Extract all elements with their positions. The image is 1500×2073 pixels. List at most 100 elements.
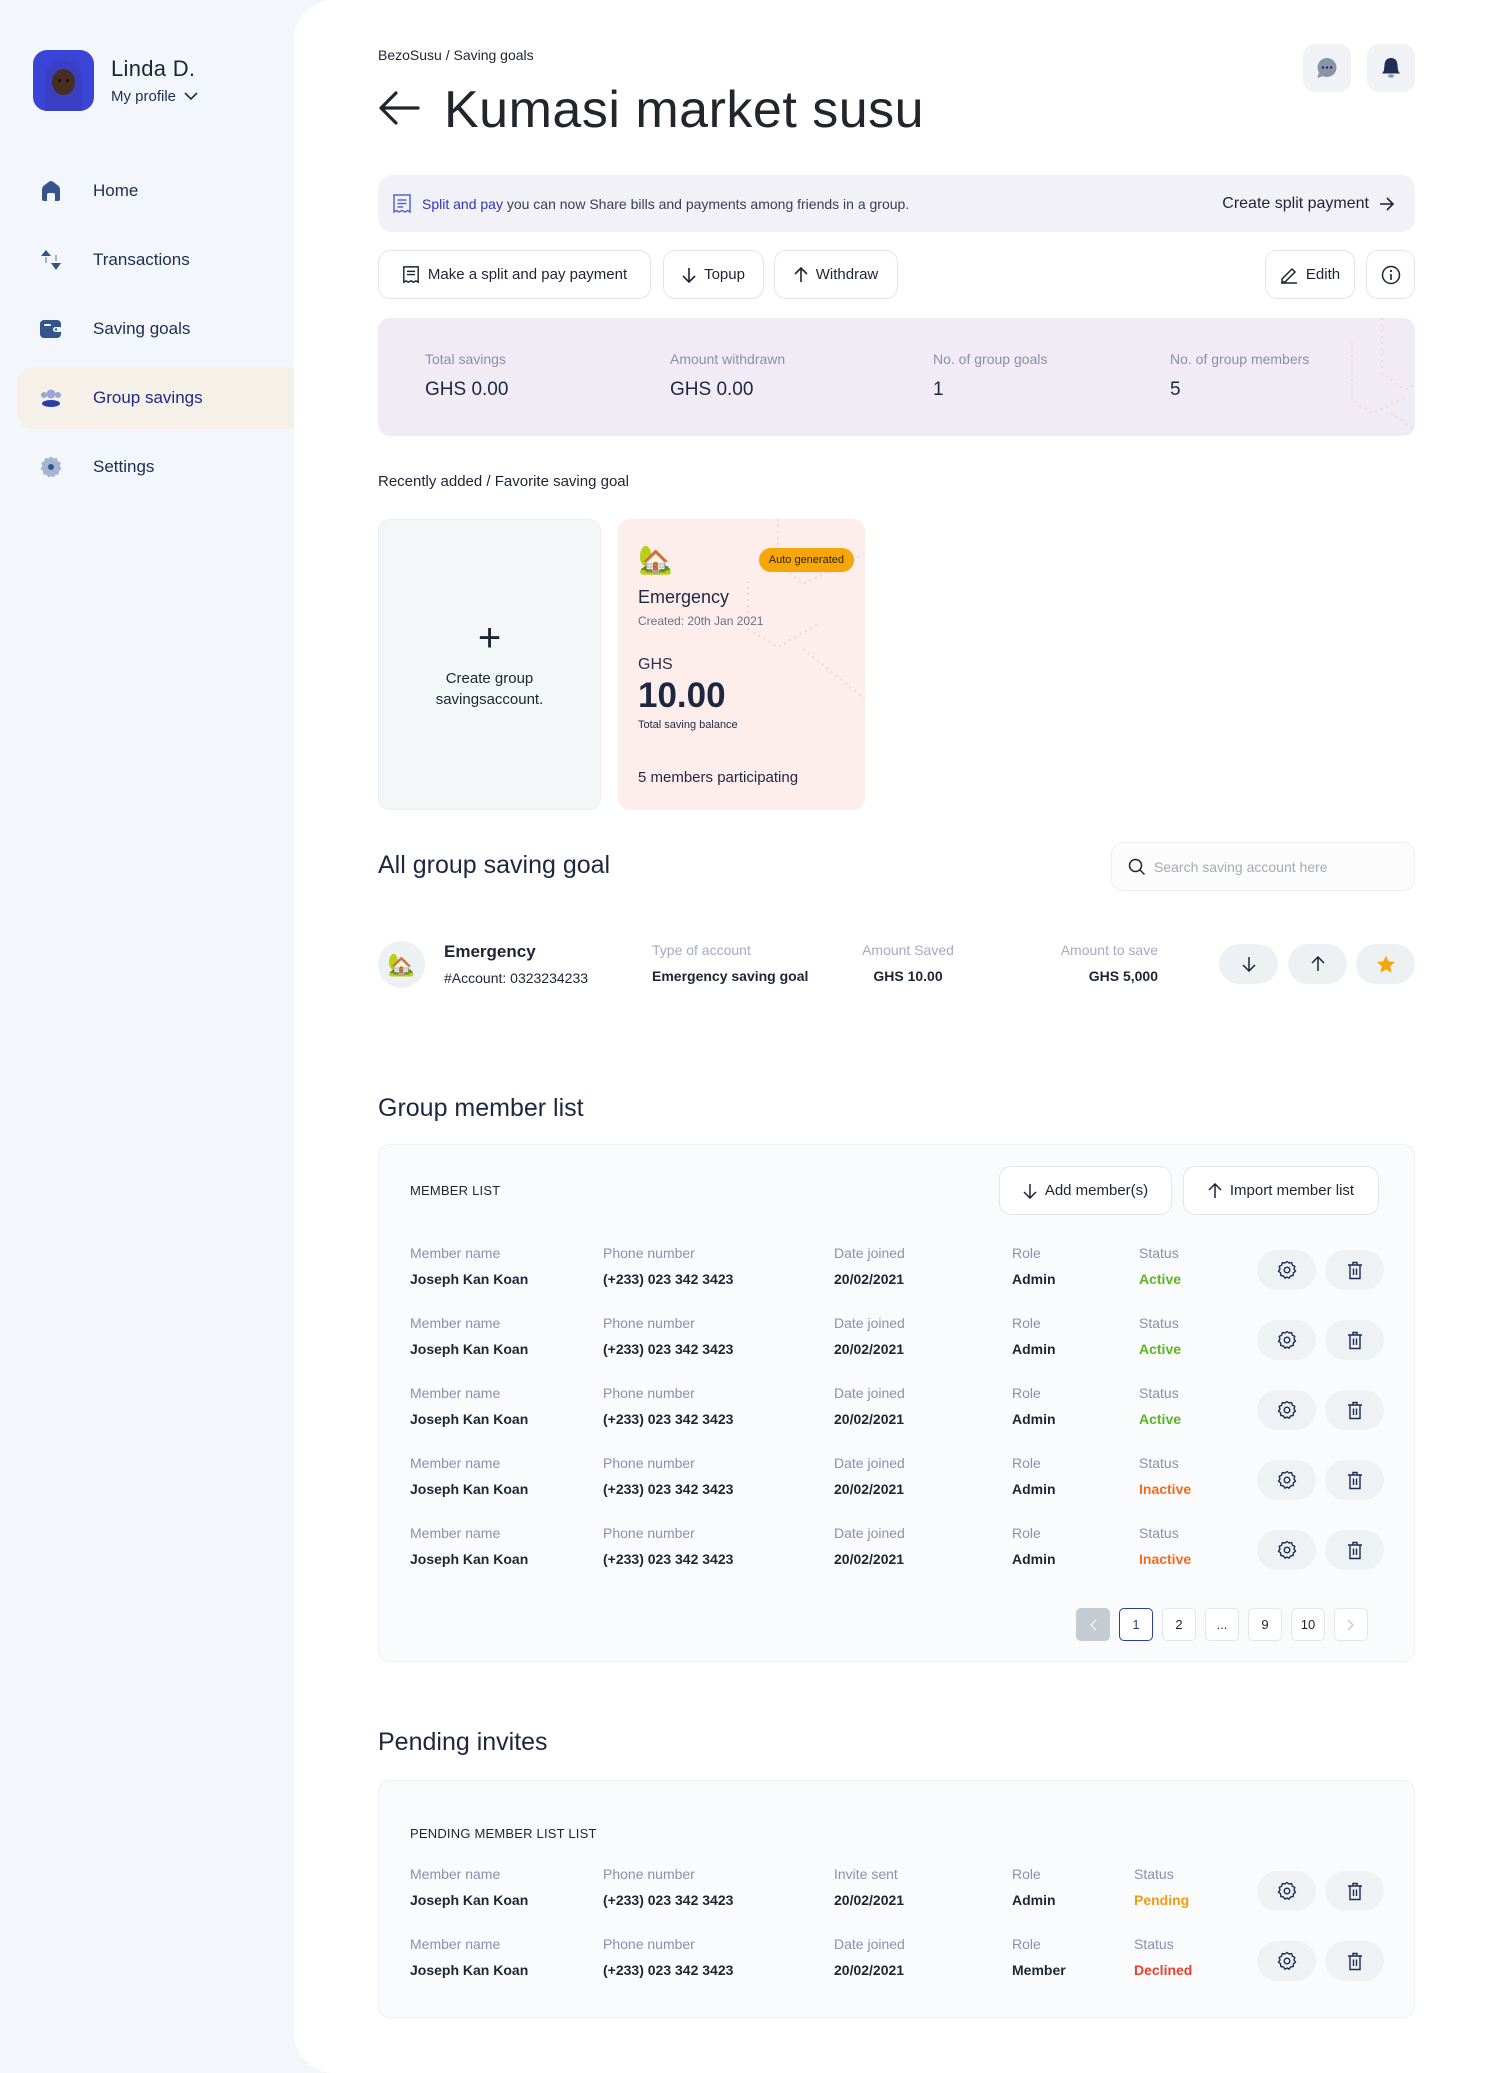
member-settings-button[interactable] — [1257, 1320, 1316, 1360]
pagination-ellipsis[interactable]: ... — [1205, 1608, 1239, 1641]
favorite-goal-card[interactable]: 🏡 Auto generated Emergency Created: 20th… — [618, 519, 865, 810]
role-label: Role — [1012, 1245, 1041, 1261]
topup-button[interactable]: Topup — [663, 250, 764, 299]
search-field[interactable] — [1111, 842, 1415, 891]
goal-topup-button[interactable] — [1219, 944, 1278, 984]
member-row[interactable]: Member name Joseph Kan Koan Phone number… — [379, 1385, 1416, 1445]
member-delete-button[interactable] — [1325, 1390, 1384, 1430]
pagination-page-9[interactable]: 9 — [1248, 1608, 1282, 1641]
house-icon: 🏡 — [638, 544, 673, 575]
stat-value: GHS 0.00 — [425, 379, 509, 400]
member-list-card: MEMBER LIST Add member(s) Import member … — [378, 1144, 1415, 1662]
pending-settings-button[interactable] — [1257, 1871, 1316, 1911]
sidebar-item-home[interactable]: Home — [17, 160, 294, 222]
pending-row[interactable]: Member name Joseph Kan Koan Phone number… — [379, 1936, 1416, 1996]
pagination-page-1[interactable]: 1 — [1119, 1608, 1153, 1641]
chevron-right-icon — [1347, 1618, 1355, 1631]
import-member-list-button[interactable]: Import member list — [1183, 1166, 1379, 1215]
breadcrumb[interactable]: BezoSusu / Saving goals — [378, 47, 534, 63]
pending-settings-button[interactable] — [1257, 1941, 1316, 1981]
banner-highlight: Split and pay — [422, 195, 503, 212]
member-name-cell: Member name Joseph Kan Koan — [410, 1245, 528, 1287]
sidebar-item-transactions[interactable]: Transactions — [17, 229, 294, 291]
member-name-value: Joseph Kan Koan — [410, 1892, 529, 1908]
date-joined-value: 20/02/2021 — [834, 1481, 905, 1497]
withdraw-button[interactable]: Withdraw — [774, 250, 898, 299]
status-label: Status — [1139, 1455, 1179, 1471]
pagination-page-10[interactable]: 10 — [1291, 1608, 1325, 1641]
member-delete-button[interactable] — [1325, 1250, 1384, 1290]
phone-label: Phone number — [603, 1455, 695, 1471]
goal-name: Emergency — [638, 587, 730, 607]
notifications-button[interactable] — [1367, 44, 1415, 92]
info-button[interactable] — [1366, 250, 1415, 299]
create-split-payment-link[interactable]: Create split payment — [1222, 195, 1395, 213]
type-label: Type of account — [652, 942, 751, 958]
role-cell: Role Admin — [1012, 1245, 1056, 1287]
pagination-prev-button[interactable] — [1076, 1608, 1110, 1641]
role-label: Role — [1012, 1315, 1041, 1331]
pending-delete-button[interactable] — [1325, 1941, 1384, 1981]
stat-label: No. of group members — [1170, 351, 1310, 367]
messages-button[interactable] — [1303, 44, 1351, 92]
goal-favorite-button[interactable] — [1356, 944, 1415, 984]
member-settings-button[interactable] — [1257, 1460, 1316, 1500]
chevron-left-icon — [1089, 1618, 1097, 1631]
decorative-pattern — [1351, 318, 1415, 431]
back-arrow-icon[interactable] — [378, 90, 420, 131]
goal-withdraw-button[interactable] — [1288, 944, 1347, 984]
pagination-page-2[interactable]: 2 — [1162, 1608, 1196, 1641]
phone-value: (+233) 023 342 3423 — [603, 1481, 734, 1497]
bell-icon — [1382, 58, 1400, 78]
add-members-button[interactable]: Add member(s) — [999, 1166, 1172, 1215]
goal-row-account: #Account: 0323234233 — [444, 970, 589, 986]
member-delete-button[interactable] — [1325, 1460, 1384, 1500]
member-delete-button[interactable] — [1325, 1320, 1384, 1360]
role-label: Role — [1012, 1455, 1041, 1471]
phone-label: Phone number — [603, 1525, 695, 1541]
member-delete-button[interactable] — [1325, 1530, 1384, 1570]
stat-label: Amount withdrawn — [670, 351, 786, 367]
pending-delete-button[interactable] — [1325, 1871, 1384, 1911]
create-group-label: Create group savingsaccount. — [435, 669, 544, 708]
sidebar: Linda D. My profile Home Transactions Sa… — [0, 0, 294, 2073]
search-input[interactable] — [1154, 858, 1394, 875]
stat-value: 5 — [1170, 379, 1181, 400]
member-row[interactable]: Member name Joseph Kan Koan Phone number… — [379, 1455, 1416, 1515]
gear-icon — [1277, 1400, 1296, 1419]
phone-label: Phone number — [603, 1866, 695, 1882]
sidebar-item-group-savings[interactable]: Group savings — [17, 367, 294, 429]
member-row[interactable]: Member name Joseph Kan Koan Phone number… — [379, 1245, 1416, 1305]
my-profile-dropdown[interactable]: My profile — [111, 88, 198, 105]
split-pay-payment-button[interactable]: Make a split and pay payment — [378, 250, 651, 299]
arrow-down-icon — [1241, 957, 1256, 972]
arrow-right-icon — [1380, 196, 1395, 211]
create-group-savings-card[interactable]: + Create group savingsaccount. — [378, 519, 601, 810]
sidebar-item-label: Transactions — [93, 250, 190, 269]
sidebar-item-saving-goals[interactable]: Saving goals — [17, 298, 294, 360]
pagination-next-button[interactable] — [1334, 1608, 1368, 1641]
member-name-value: Joseph Kan Koan — [410, 1551, 529, 1567]
avatar[interactable] — [33, 50, 94, 111]
settings-icon — [39, 455, 63, 479]
goal-row[interactable]: 🏡 Emergency #Account: 0323234233 Type of… — [378, 938, 1415, 990]
trash-icon — [1347, 1541, 1362, 1559]
target-label: Amount to save — [1060, 942, 1158, 958]
date-value: 20/02/2021 — [834, 1962, 905, 1978]
house-icon: 🏡 — [378, 941, 425, 988]
wallet-icon — [39, 317, 63, 341]
pending-row[interactable]: Member name Joseph Kan Koan Phone number… — [379, 1866, 1416, 1926]
edit-button[interactable]: Edith — [1265, 250, 1355, 299]
role-value: Admin — [1012, 1411, 1056, 1427]
status-label: Status — [1134, 1936, 1174, 1952]
member-name-cell: Member name Joseph Kan Koan — [410, 1455, 528, 1497]
role-value: Member — [1012, 1962, 1066, 1978]
member-row[interactable]: Member name Joseph Kan Koan Phone number… — [379, 1315, 1416, 1375]
member-settings-button[interactable] — [1257, 1250, 1316, 1290]
profile[interactable]: Linda D. My profile — [33, 50, 198, 111]
member-settings-button[interactable] — [1257, 1390, 1316, 1430]
member-settings-button[interactable] — [1257, 1530, 1316, 1570]
sidebar-item-settings[interactable]: Settings — [17, 436, 294, 498]
role-value: Admin — [1012, 1271, 1056, 1287]
member-row[interactable]: Member name Joseph Kan Koan Phone number… — [379, 1525, 1416, 1585]
